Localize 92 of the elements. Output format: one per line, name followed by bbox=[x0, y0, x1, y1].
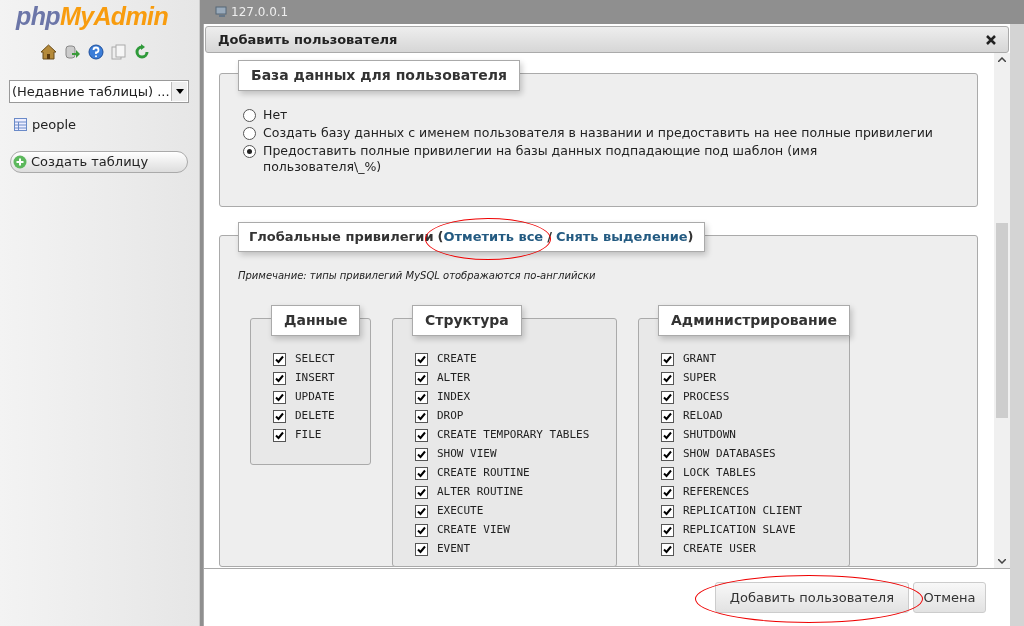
privilege-label: LOCK TABLES bbox=[683, 465, 756, 482]
checkbox[interactable] bbox=[661, 353, 674, 366]
checkbox[interactable] bbox=[415, 448, 428, 461]
dialog-title: Добавить пользователя bbox=[218, 30, 398, 49]
privilege-label: INSERT bbox=[295, 370, 335, 387]
privilege-label: CREATE VIEW bbox=[437, 522, 510, 539]
create-table-button[interactable]: Создать таблицу bbox=[10, 150, 188, 173]
privilege-label: FILE bbox=[295, 427, 322, 444]
checkbox[interactable] bbox=[273, 410, 286, 423]
checkbox[interactable] bbox=[661, 391, 674, 404]
radio-button[interactable] bbox=[243, 145, 256, 158]
privilege-label: ALTER ROUTINE bbox=[437, 484, 524, 501]
checkbox[interactable] bbox=[415, 486, 428, 499]
page-scrollbar[interactable] bbox=[1010, 24, 1024, 626]
table-link[interactable]: people bbox=[32, 115, 77, 135]
privilege-label: EXECUTE bbox=[437, 503, 484, 520]
checkbox[interactable] bbox=[661, 410, 674, 423]
privilege-label: RELOAD bbox=[683, 408, 723, 425]
privilege-label: SUPER bbox=[683, 370, 717, 387]
server-icon bbox=[215, 6, 229, 18]
uncheck-all-link[interactable]: Снять выделение bbox=[555, 227, 688, 247]
fieldset-legend: Структура bbox=[412, 305, 522, 336]
privilege-label: EVENT bbox=[437, 541, 471, 558]
checkbox[interactable] bbox=[661, 524, 674, 537]
fieldset-legend: Данные bbox=[271, 305, 361, 336]
privilege-label: SHUTDOWN bbox=[683, 427, 736, 444]
privilege-label: INDEX bbox=[437, 389, 471, 406]
privilege-label: CREATE ROUTINE bbox=[437, 465, 530, 482]
checkbox[interactable] bbox=[661, 486, 674, 499]
checkbox[interactable] bbox=[415, 372, 428, 385]
database-arrow-icon[interactable] bbox=[64, 44, 81, 60]
radio-label: Нет bbox=[263, 107, 288, 123]
add-user-button[interactable]: Добавить пользователя bbox=[714, 582, 909, 613]
checkbox[interactable] bbox=[661, 467, 674, 480]
privilege-label: GRANT bbox=[683, 351, 717, 368]
fieldset-legend: Администрирование bbox=[658, 305, 851, 336]
checkbox[interactable] bbox=[661, 429, 674, 442]
radio-button[interactable] bbox=[243, 109, 256, 122]
home-icon[interactable] bbox=[40, 44, 57, 60]
scroll-up-icon[interactable] bbox=[998, 57, 1006, 62]
checkbox[interactable] bbox=[415, 391, 428, 404]
checkbox[interactable] bbox=[415, 429, 428, 442]
radio-label: Предоставить полные привилегии на базы данных подпадающие под шаблон (имя пользователя\_%) bbox=[263, 143, 819, 175]
checkbox[interactable] bbox=[415, 410, 428, 423]
server-host: 127.0.0.1 bbox=[231, 4, 289, 21]
privilege-label: PROCESS bbox=[683, 389, 730, 406]
checkbox[interactable] bbox=[273, 391, 286, 404]
checkbox[interactable] bbox=[415, 505, 428, 518]
privilege-label: SELECT bbox=[295, 351, 335, 368]
privilege-label: SHOW VIEW bbox=[437, 446, 497, 463]
recent-tables-dropdown[interactable]: (Недавние таблицы) ... bbox=[9, 80, 189, 103]
scrollbar-thumb[interactable] bbox=[996, 223, 1008, 418]
fieldset-legend: База данных для пользователя bbox=[238, 60, 520, 91]
checkbox[interactable] bbox=[273, 372, 286, 385]
checkbox[interactable] bbox=[273, 353, 286, 366]
cancel-button[interactable]: Отмена bbox=[913, 582, 986, 613]
checkbox[interactable] bbox=[661, 448, 674, 461]
scroll-down-icon[interactable] bbox=[998, 559, 1006, 564]
check-all-link[interactable]: Отметить все bbox=[443, 227, 544, 247]
checkbox[interactable] bbox=[661, 505, 674, 518]
checkbox[interactable] bbox=[661, 372, 674, 385]
privilege-label: SHOW DATABASES bbox=[683, 446, 776, 463]
privilege-label: UPDATE bbox=[295, 389, 335, 406]
parenthesis: ) bbox=[687, 228, 694, 246]
checkbox[interactable] bbox=[415, 543, 428, 556]
privilege-label: DROP bbox=[437, 408, 464, 425]
plus-icon bbox=[13, 154, 27, 169]
privilege-label: REFERENCES bbox=[683, 484, 750, 501]
privilege-label: CREATE bbox=[437, 351, 477, 368]
checkbox[interactable] bbox=[415, 467, 428, 480]
table-icon bbox=[14, 118, 27, 132]
radio-label: Создать базу данных с именем пользователя в названии и предоставить на нее полные привилегии bbox=[263, 125, 933, 141]
radio-button[interactable] bbox=[243, 127, 256, 140]
caret-icon bbox=[175, 89, 184, 94]
privilege-label: REPLICATION CLIENT bbox=[683, 503, 803, 520]
checkbox[interactable] bbox=[415, 353, 428, 366]
privilege-label: ALTER bbox=[437, 370, 471, 387]
checkbox[interactable] bbox=[661, 543, 674, 556]
privilege-label: CREATE USER bbox=[683, 541, 756, 558]
parenthesis: ( bbox=[437, 228, 444, 246]
checkbox[interactable] bbox=[273, 429, 286, 442]
privileges-note: Примечание: типы привилегий MySQL отображаются по-английски bbox=[238, 269, 596, 283]
privilege-label: REPLICATION SLAVE bbox=[683, 522, 796, 539]
checkbox[interactable] bbox=[415, 524, 428, 537]
logo: phpMyAdmin bbox=[16, 4, 169, 29]
privilege-label: CREATE TEMPORARY TABLES bbox=[437, 427, 590, 444]
scrollbar[interactable] bbox=[994, 53, 1010, 568]
separator: / bbox=[547, 228, 552, 246]
privilege-label: DELETE bbox=[295, 408, 335, 425]
reload-icon[interactable] bbox=[134, 44, 150, 60]
help-icon[interactable] bbox=[88, 44, 104, 60]
close-icon[interactable] bbox=[986, 34, 996, 45]
